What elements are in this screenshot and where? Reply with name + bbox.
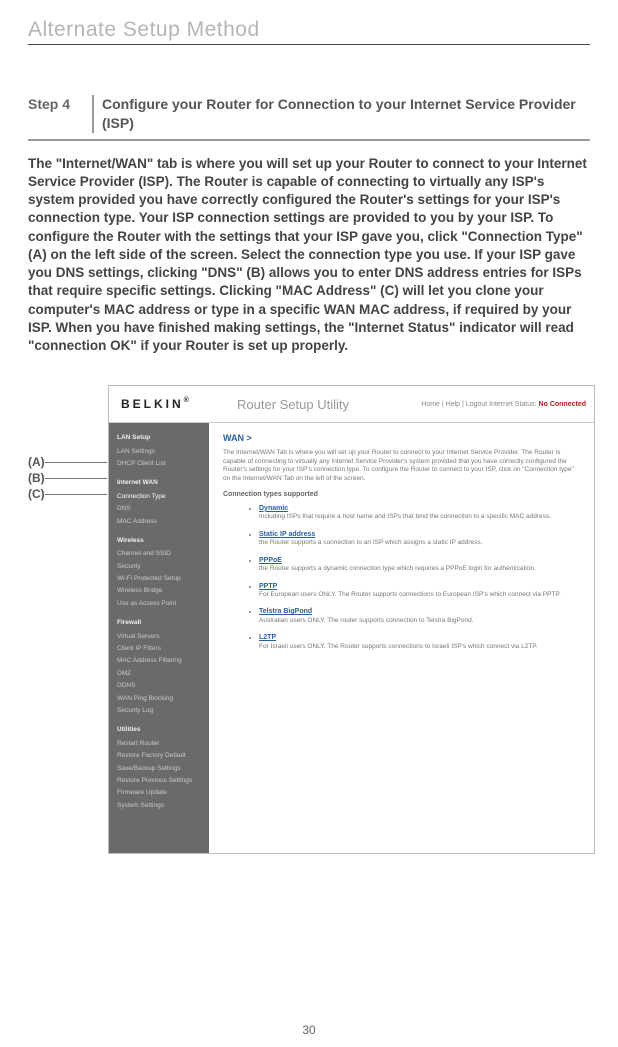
sidebar-item[interactable]: Restore Previous Settings bbox=[117, 775, 201, 787]
sidebar-item[interactable]: System Settings bbox=[117, 800, 201, 812]
body-text: The "Internet/WAN" tab is where you will… bbox=[28, 155, 590, 355]
callout-line bbox=[45, 494, 107, 495]
list-item: L2TPFor Israeli users ONLY. The Router s… bbox=[259, 633, 580, 651]
sidebar-item[interactable]: Restore Factory Default bbox=[117, 750, 201, 762]
callout-b-label: (B) bbox=[28, 471, 45, 485]
sidebar-group-firewall: Firewall bbox=[117, 618, 201, 628]
content-pane: WAN > The Internet/WAN Tab is where you … bbox=[209, 423, 594, 853]
sidebar-item[interactable]: Wireless Bridge bbox=[117, 585, 201, 597]
ctype-link[interactable]: L2TP bbox=[259, 634, 276, 641]
sidebar-group-utilities: Utilities bbox=[117, 725, 201, 735]
sidebar-item[interactable]: Virtual Servers bbox=[117, 631, 201, 643]
ctype-link[interactable]: Dynamic bbox=[259, 505, 288, 512]
header-links: Home | Help | Logout Internet Status: No… bbox=[421, 401, 594, 408]
callout-line bbox=[45, 478, 107, 479]
sidebar-item-dns[interactable]: DNS bbox=[117, 503, 201, 515]
screenshot: BELKIN® Router Setup Utility Home | Help… bbox=[108, 385, 595, 854]
rule bbox=[28, 44, 590, 45]
sidebar-item[interactable]: Security Log bbox=[117, 705, 201, 717]
sidebar-item-mac-address[interactable]: MAC Address bbox=[117, 516, 201, 528]
sidebar-item[interactable]: Use as Access Point bbox=[117, 598, 201, 610]
list-item: Telstra BigPondAustralian users ONLY. Th… bbox=[259, 607, 580, 625]
sidebar-group-wireless: Wireless bbox=[117, 536, 201, 546]
step-heading: Configure your Router for Connection to … bbox=[102, 95, 590, 133]
list-item: Static IP addressthe Router supports a c… bbox=[259, 530, 580, 548]
callout-c: (C) bbox=[28, 487, 107, 501]
logo: BELKIN® bbox=[109, 397, 219, 411]
callout-a: (A) bbox=[28, 455, 107, 469]
callout-b: (B) bbox=[28, 471, 107, 485]
content-intro: The Internet/WAN Tab is where you will s… bbox=[223, 449, 580, 483]
sidebar: LAN Setup LAN Settings DHCP Client List … bbox=[109, 423, 209, 853]
sidebar-item[interactable]: DHCP Client List bbox=[117, 458, 201, 470]
sidebar-item[interactable]: Security bbox=[117, 561, 201, 573]
sidebar-item[interactable]: Firmware Update bbox=[117, 787, 201, 799]
callout-c-label: (C) bbox=[28, 487, 45, 501]
page-number: 30 bbox=[0, 1023, 618, 1037]
sidebar-item[interactable]: WAN Ping Blocking bbox=[117, 693, 201, 705]
sidebar-item[interactable]: Save/Backup Settings bbox=[117, 763, 201, 775]
sidebar-item[interactable]: Restart Router bbox=[117, 738, 201, 750]
list-item: DynamicIncluding ISPs that require a hos… bbox=[259, 504, 580, 522]
sidebar-item[interactable]: Channel and SSID bbox=[117, 548, 201, 560]
callout-a-label: (A) bbox=[28, 455, 45, 469]
sidebar-group-wan: Internet WAN bbox=[117, 478, 201, 488]
sidebar-item[interactable]: MAC Address Filtering bbox=[117, 655, 201, 667]
sidebar-item[interactable]: DDNS bbox=[117, 680, 201, 692]
ctype-link[interactable]: Static IP address bbox=[259, 531, 315, 538]
step-label: Step 4 bbox=[28, 95, 84, 112]
list-item: PPPoEthe Router supports a dynamic conne… bbox=[259, 556, 580, 574]
sidebar-group-lan: LAN Setup bbox=[117, 433, 201, 443]
sidebar-item[interactable]: DMZ bbox=[117, 668, 201, 680]
step-block: Step 4 Configure your Router for Connect… bbox=[28, 95, 590, 141]
sidebar-item[interactable]: Client IP Filters bbox=[117, 643, 201, 655]
sidebar-item-connection-type[interactable]: Connection Type bbox=[117, 491, 201, 503]
app-title: Router Setup Utility bbox=[219, 397, 421, 412]
content-heading: WAN > bbox=[223, 433, 580, 443]
ctype-link[interactable]: PPTP bbox=[259, 583, 277, 590]
content-subhead: Connection types supported bbox=[223, 491, 580, 498]
screenshot-header: BELKIN® Router Setup Utility Home | Help… bbox=[109, 386, 594, 423]
status-badge: No Connected bbox=[539, 401, 586, 408]
connection-types-list: DynamicIncluding ISPs that require a hos… bbox=[223, 504, 580, 651]
ctype-link[interactable]: Telstra BigPond bbox=[259, 608, 312, 615]
sidebar-item[interactable]: Wi-Fi Protected Setup bbox=[117, 573, 201, 585]
section-title: Alternate Setup Method bbox=[28, 18, 590, 42]
step-divider bbox=[92, 95, 94, 133]
figure-wrap: (A) (B) (C) BELKIN® Router Setup Utility… bbox=[28, 385, 590, 854]
sidebar-item[interactable]: LAN Settings bbox=[117, 446, 201, 458]
ctype-link[interactable]: PPPoE bbox=[259, 557, 282, 564]
list-item: PPTPFor European users ONLY. The Router … bbox=[259, 582, 580, 600]
callout-line bbox=[45, 462, 107, 463]
